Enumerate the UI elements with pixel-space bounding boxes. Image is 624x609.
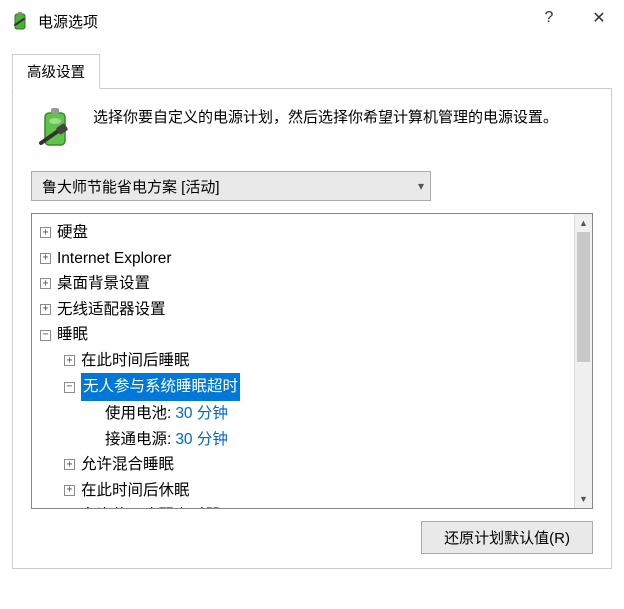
tree-node-label: 无人参与系统睡眠超时 <box>81 373 240 401</box>
tree-item[interactable]: + 无线适配器设置 <box>32 297 574 323</box>
tabstrip: 高级设置 <box>12 54 612 89</box>
tree-node-label: 在此时间后睡眠 <box>81 348 190 374</box>
settings-tree[interactable]: +硬盘+Internet Explorer+桌面背景设置+无线适配器设置−睡眠+… <box>32 214 574 508</box>
description-text: 选择你要自定义的电源计划，然后选择你希望计算机管理的电源设置。 <box>93 105 558 153</box>
tree-item[interactable]: + 允许混合睡眠 <box>32 452 574 478</box>
close-button[interactable]: ✕ <box>574 0 624 36</box>
settings-tree-container: +硬盘+Internet Explorer+桌面背景设置+无线适配器设置−睡眠+… <box>31 213 593 509</box>
titlebar: 电源选项 ? ✕ <box>0 0 624 42</box>
tree-node-label: 硬盘 <box>57 220 88 246</box>
expand-icon[interactable]: + <box>64 355 75 366</box>
tree-leaf-label: 使用电池: <box>105 401 171 427</box>
tree-leaf-value[interactable]: 30 分钟 <box>175 401 228 427</box>
collapse-icon[interactable]: − <box>64 382 75 393</box>
battery-app-icon <box>10 11 30 31</box>
tree-node-label: 无线适配器设置 <box>57 297 166 323</box>
tree-item[interactable]: + 在此时间后休眠 <box>32 478 574 504</box>
tree-leaf-label: 接通电源: <box>105 427 171 453</box>
restore-defaults-button[interactable]: 还原计划默认值(R) <box>421 521 593 554</box>
tree-leaf-value[interactable]: 30 分钟 <box>175 427 228 453</box>
power-plan-select[interactable]: 鲁大师节能省电方案 [活动] ▾ <box>31 171 431 201</box>
scrollbar[interactable]: ▲ ▼ <box>574 214 592 508</box>
tree-item[interactable]: + Internet Explorer <box>32 246 574 272</box>
battery-plug-icon <box>31 105 79 153</box>
scroll-down-button[interactable]: ▼ <box>575 490 592 508</box>
help-button[interactable]: ? <box>524 0 574 36</box>
expand-icon[interactable]: + <box>64 459 75 470</box>
tree-item[interactable]: −无人参与系统睡眠超时 <box>32 373 574 401</box>
tree-node-label: 允许混合睡眠 <box>81 452 174 478</box>
expand-icon[interactable]: + <box>40 304 51 315</box>
scroll-thumb[interactable] <box>577 232 590 362</box>
button-row: 还原计划默认值(R) <box>31 521 593 554</box>
description-row: 选择你要自定义的电源计划，然后选择你希望计算机管理的电源设置。 <box>31 105 593 153</box>
expand-icon[interactable]: + <box>40 278 51 289</box>
tree-item[interactable]: 接通电源:30 分钟 <box>32 427 574 453</box>
chevron-down-icon: ▾ <box>418 179 424 193</box>
tab-content: 选择你要自定义的电源计划，然后选择你希望计算机管理的电源设置。 鲁大师节能省电方… <box>12 89 612 569</box>
tree-item[interactable]: +允许使用唤醒定时器 <box>32 503 574 508</box>
tree-item[interactable]: + 桌面背景设置 <box>32 271 574 297</box>
collapse-icon[interactable]: − <box>40 330 51 341</box>
expand-icon[interactable]: + <box>40 253 51 264</box>
scroll-track[interactable] <box>575 232 592 490</box>
tree-node-label: 桌面背景设置 <box>57 271 150 297</box>
window-title: 电源选项 <box>38 11 98 32</box>
tree-item[interactable]: + 在此时间后睡眠 <box>32 348 574 374</box>
expand-icon[interactable]: + <box>40 227 51 238</box>
tree-item[interactable]: 使用电池:30 分钟 <box>32 401 574 427</box>
power-plan-value: 鲁大师节能省电方案 [活动] <box>42 176 220 197</box>
tab-advanced-settings[interactable]: 高级设置 <box>12 54 100 89</box>
expand-icon[interactable]: + <box>64 485 75 496</box>
tree-item[interactable]: + 硬盘 <box>32 220 574 246</box>
tree-node-label: 允许使用唤醒定时器 <box>81 503 221 508</box>
scroll-up-button[interactable]: ▲ <box>575 214 592 232</box>
tree-node-label: 睡眠 <box>57 322 88 348</box>
tree-node-label: 在此时间后休眠 <box>81 478 190 504</box>
tree-item[interactable]: −睡眠 <box>32 322 574 348</box>
tree-node-label: Internet Explorer <box>57 246 172 272</box>
window-controls: ? ✕ <box>524 0 624 36</box>
